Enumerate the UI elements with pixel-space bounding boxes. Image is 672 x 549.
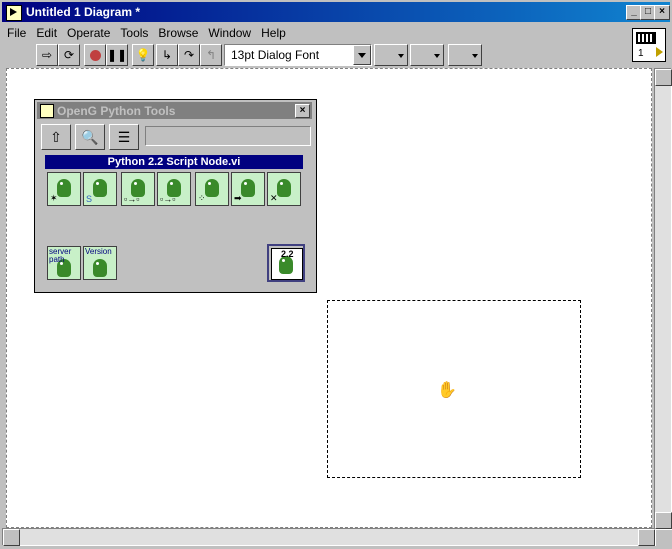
- palette-path-field: [145, 126, 311, 146]
- menu-bar: File Edit Operate Tools Browse Window Help: [2, 24, 632, 42]
- highlight-execution-icon[interactable]: 💡: [132, 44, 154, 66]
- toolbar: ⇨ ⟳ ❚❚ 💡 ↳ ↷ ↰ 13pt Dialog Font: [2, 42, 632, 68]
- server-path-icon[interactable]: server path: [47, 246, 81, 280]
- script-node-close-icon[interactable]: ✕: [267, 172, 301, 206]
- subpalette-title: Python 2.2 Script Node.vi: [45, 155, 303, 169]
- close-button[interactable]: ×: [654, 5, 670, 20]
- abort-icon[interactable]: [84, 44, 106, 66]
- step-over-icon[interactable]: ↷: [178, 44, 200, 66]
- step-out-icon[interactable]: ↰: [200, 44, 222, 66]
- chevron-down-icon[interactable]: [353, 45, 371, 65]
- menu-edit[interactable]: Edit: [31, 24, 62, 42]
- scroll-up-icon[interactable]: [655, 69, 672, 86]
- functions-palette-window[interactable]: OpenG Python Tools × ⇧ 🔍 ☰ Python 2.2 Sc…: [34, 99, 317, 293]
- vertical-scrollbar[interactable]: [654, 68, 672, 530]
- search-icon[interactable]: 🔍: [75, 124, 105, 150]
- palette-title-bar[interactable]: OpenG Python Tools ×: [37, 102, 312, 119]
- menu-help[interactable]: Help: [256, 24, 291, 42]
- vi-icon[interactable]: 1: [632, 28, 666, 62]
- version-icon[interactable]: Version: [83, 246, 117, 280]
- options-icon[interactable]: ☰: [109, 124, 139, 150]
- server-path-label: server path: [49, 247, 72, 264]
- script-node-new-icon[interactable]: ✶: [47, 172, 81, 206]
- run-arrow-icon[interactable]: ⇨: [36, 44, 58, 66]
- vi-icon-number: 1: [638, 48, 644, 59]
- menu-window[interactable]: Window: [203, 24, 256, 42]
- version-label: Version: [85, 247, 112, 256]
- up-arrow-icon[interactable]: ⇧: [41, 124, 71, 150]
- title-bar: Untitled 1 Diagram * _ □ ×: [2, 2, 670, 22]
- font-selector-value: 13pt Dialog Font: [231, 48, 320, 62]
- align-objects-icon[interactable]: [374, 44, 408, 66]
- palette-close-button[interactable]: ×: [295, 104, 310, 118]
- run-continuously-icon[interactable]: ⟳: [58, 44, 80, 66]
- menu-file[interactable]: File: [2, 24, 31, 42]
- step-into-icon[interactable]: ↳: [156, 44, 178, 66]
- hand-cursor-icon: ✋: [437, 382, 457, 399]
- script-node-indexed-icon[interactable]: ⁘: [195, 172, 229, 206]
- script-node-input-icon[interactable]: ▫→▫: [121, 172, 155, 206]
- menu-tools[interactable]: Tools: [115, 24, 153, 42]
- menu-operate[interactable]: Operate: [62, 24, 115, 42]
- script-node-output-icon[interactable]: ▫→▫: [157, 172, 191, 206]
- node-version-label: 2.2: [281, 249, 294, 259]
- scroll-right-icon[interactable]: [638, 529, 655, 546]
- script-node-run-icon[interactable]: ➡: [231, 172, 265, 206]
- palette-title: OpenG Python Tools: [57, 104, 176, 118]
- reorder-icon[interactable]: [448, 44, 482, 66]
- run-arrow-mini-icon: [656, 47, 663, 57]
- scroll-down-icon[interactable]: [655, 512, 672, 529]
- script-node-load-icon[interactable]: S: [83, 172, 117, 206]
- scroll-left-icon[interactable]: [3, 529, 20, 546]
- labview-app-icon: [40, 104, 54, 118]
- python-script-node-icon[interactable]: 2.2: [267, 244, 305, 282]
- menu-browse[interactable]: Browse: [153, 24, 203, 42]
- distribute-objects-icon[interactable]: [410, 44, 444, 66]
- pause-icon[interactable]: ❚❚: [106, 44, 128, 66]
- font-selector[interactable]: 13pt Dialog Font: [224, 44, 372, 66]
- labview-app-icon[interactable]: [6, 5, 22, 21]
- horizontal-scrollbar[interactable]: [2, 528, 656, 546]
- window-title: Untitled 1 Diagram *: [26, 5, 141, 19]
- vi-icon-grid: [636, 32, 656, 44]
